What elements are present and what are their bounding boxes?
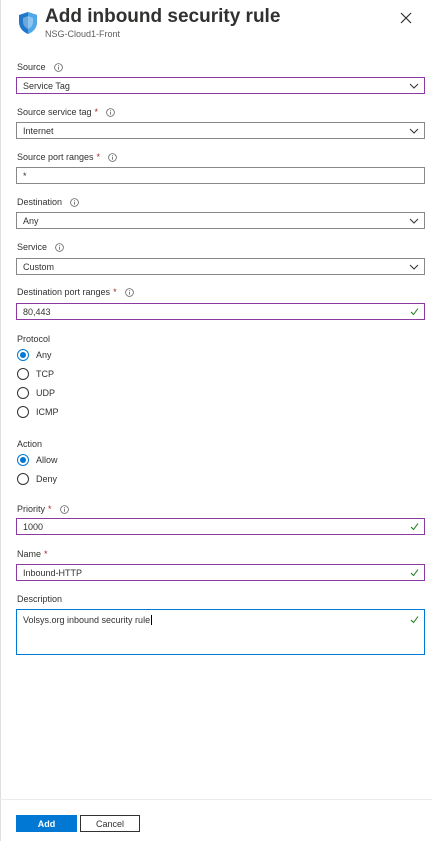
radio-icon[interactable] [17, 472, 29, 485]
panel-header: Add inbound security rule NSG-Cloud1-Fro… [16, 6, 424, 46]
protocol-option-icmp[interactable]: ICMP [17, 402, 59, 421]
protocol-option-label: Any [36, 349, 52, 360]
service-label-text: Service [17, 242, 48, 252]
action-label: Action [17, 439, 42, 449]
service-dropdown[interactable]: Custom [16, 258, 425, 275]
radio-selected-icon[interactable] [17, 453, 29, 466]
add-inbound-rule-panel: Add inbound security rule NSG-Cloud1-Fro… [0, 0, 432, 841]
source-service-tag-value: Internet [23, 125, 54, 136]
protocol-label: Protocol [17, 334, 50, 344]
add-button[interactable]: Add [16, 815, 77, 832]
checkmark-icon [410, 307, 419, 316]
destination-port-ranges-input[interactable]: 80,443 [16, 303, 425, 320]
cancel-button[interactable]: Cancel [80, 815, 140, 832]
destination-label: Destination [17, 197, 79, 207]
name-label: Name * [17, 549, 48, 559]
action-option-deny[interactable]: Deny [17, 469, 58, 488]
source-label-text: Source [17, 62, 46, 72]
service-label: Service [17, 242, 64, 252]
source-service-tag-label-text: Source service tag [17, 107, 92, 117]
info-icon[interactable] [108, 152, 117, 162]
action-option-allow[interactable]: Allow [17, 450, 58, 469]
source-service-tag-label: Source service tag * [17, 107, 115, 117]
name-label-text: Name [17, 549, 42, 559]
chevron-down-icon [409, 217, 419, 225]
protocol-option-udp[interactable]: UDP [17, 383, 59, 402]
close-icon[interactable] [398, 10, 414, 26]
required-marker: * [94, 107, 99, 117]
checkmark-icon [410, 615, 419, 624]
required-marker: * [48, 504, 52, 514]
source-value: Service Tag [23, 80, 70, 91]
text-cursor [151, 615, 153, 625]
priority-label: Priority * [17, 504, 69, 514]
description-textarea[interactable]: Volsys.org inbound security rule [16, 609, 425, 655]
protocol-radio-group: Any TCP UDP ICMP [17, 345, 59, 421]
destination-port-ranges-label: Destination port ranges * [17, 287, 134, 297]
action-radio-group: Allow Deny [17, 450, 58, 488]
page-title: Add inbound security rule [45, 6, 281, 27]
destination-port-ranges-value: 80,443 [23, 306, 51, 317]
checkmark-icon [410, 522, 419, 531]
chevron-down-icon [409, 82, 419, 90]
protocol-option-any[interactable]: Any [17, 345, 59, 364]
priority-label-text: Priority [17, 504, 46, 514]
name-input[interactable]: Inbound-HTTP [16, 564, 425, 581]
protocol-option-tcp[interactable]: TCP [17, 364, 59, 383]
info-icon[interactable] [106, 107, 115, 117]
source-dropdown[interactable]: Service Tag [16, 77, 425, 94]
description-label: Description [17, 594, 62, 604]
network-security-group-icon [18, 11, 38, 35]
chevron-down-icon [409, 127, 419, 135]
source-port-ranges-value: * [23, 170, 27, 181]
destination-label-text: Destination [17, 197, 63, 207]
radio-selected-icon[interactable] [17, 348, 29, 361]
source-label: Source [17, 62, 63, 72]
protocol-option-label: ICMP [36, 406, 59, 417]
source-port-ranges-label: Source port ranges * [17, 152, 117, 162]
destination-value: Any [23, 215, 39, 226]
priority-input[interactable]: 1000 [16, 518, 425, 535]
description-label-text: Description [17, 594, 63, 604]
info-icon[interactable] [59, 504, 69, 514]
required-marker: * [96, 152, 101, 162]
page-subtitle: NSG-Cloud1-Front [45, 29, 121, 39]
panel-left-border [0, 0, 1, 841]
protocol-option-label: UDP [36, 387, 56, 398]
priority-value: 1000 [23, 521, 44, 532]
footer-divider [0, 799, 432, 800]
radio-icon[interactable] [17, 386, 29, 399]
destination-dropdown[interactable]: Any [16, 212, 425, 229]
info-icon[interactable] [70, 197, 79, 207]
radio-icon[interactable] [17, 405, 29, 418]
protocol-label-text: Protocol [17, 334, 51, 344]
action-label-text: Action [17, 439, 43, 449]
service-value: Custom [23, 261, 55, 272]
description-value: Volsys.org inbound security rule [23, 615, 151, 625]
checkmark-icon [410, 568, 419, 577]
required-marker: * [44, 549, 48, 559]
source-service-tag-dropdown[interactable]: Internet [16, 122, 425, 139]
action-option-label: Allow [36, 454, 58, 465]
info-icon[interactable] [55, 242, 64, 252]
required-marker: * [113, 287, 117, 297]
chevron-down-icon [409, 263, 419, 271]
source-port-ranges-label-text: Source port ranges [17, 152, 94, 162]
action-option-label: Deny [36, 473, 58, 484]
info-icon[interactable] [124, 287, 134, 297]
protocol-option-label: TCP [36, 368, 54, 379]
source-port-ranges-input[interactable]: * [16, 167, 425, 184]
destination-port-ranges-label-text: Destination port ranges [17, 287, 111, 297]
info-icon[interactable] [53, 62, 63, 72]
radio-icon[interactable] [17, 367, 29, 380]
name-value: Inbound-HTTP [23, 567, 83, 578]
